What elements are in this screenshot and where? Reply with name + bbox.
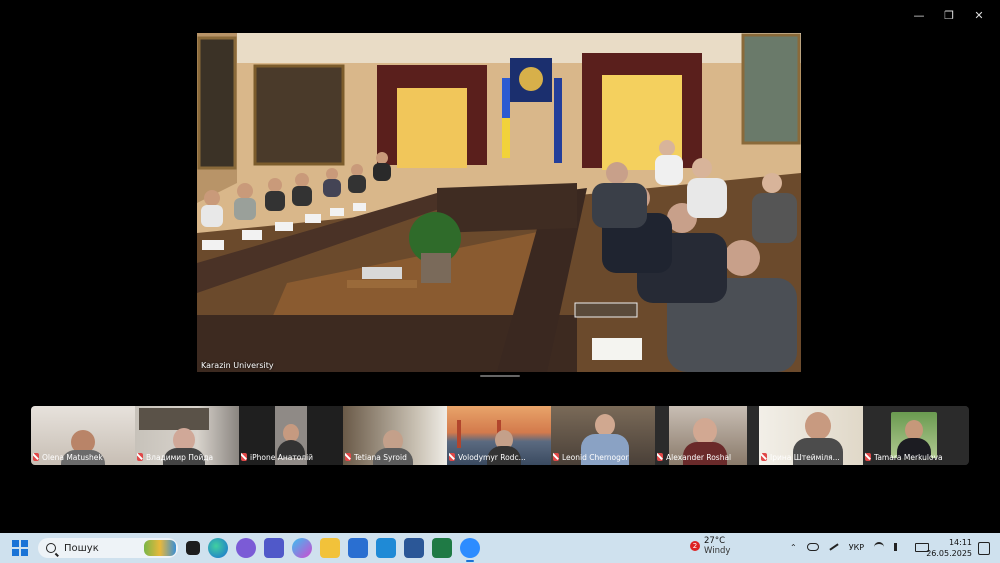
weather-widget[interactable]: 2 27°C Windy xyxy=(690,536,730,556)
task-view-icon[interactable] xyxy=(186,541,200,555)
muted-mic-icon xyxy=(865,453,871,461)
participant-tile[interactable]: Leonid Chernogor xyxy=(551,406,655,465)
conference-room-scene xyxy=(197,33,801,372)
teams-icon[interactable] xyxy=(264,538,284,558)
muted-mic-icon xyxy=(241,453,247,461)
onedrive-icon[interactable] xyxy=(806,543,819,551)
participant-name: iPhone Анатолій xyxy=(250,452,314,462)
volume-icon[interactable] xyxy=(894,543,905,551)
system-tray: ⌃ УКР xyxy=(790,542,930,552)
participant-tile[interactable]: Tamara Merkulova xyxy=(863,406,967,465)
weather-alert-badge: 2 xyxy=(690,541,700,551)
participant-name: Volodymyr Rodc... xyxy=(458,452,526,462)
participant-name: Leonid Chernogor xyxy=(562,452,629,462)
restore-button[interactable]: ❐ xyxy=(934,4,964,26)
snipping-tool-icon[interactable] xyxy=(376,538,396,558)
show-hidden-icons-chevron-icon[interactable]: ⌃ xyxy=(790,543,797,552)
windows-taskbar: Пошук 2 27°C Windy ⌃ УКР 14:11 26.05.202… xyxy=(0,533,1000,563)
muted-mic-icon xyxy=(761,453,767,461)
clock-date: 26.05.2025 xyxy=(926,549,972,558)
participant-name: Владимир Пойда xyxy=(146,452,214,462)
viber-icon[interactable] xyxy=(236,538,256,558)
participant-tile[interactable]: Alexander Roshal xyxy=(655,406,759,465)
muted-mic-icon xyxy=(449,453,455,461)
muted-mic-icon xyxy=(553,453,559,461)
search-placeholder: Пошук xyxy=(64,542,99,554)
zoom-icon[interactable] xyxy=(460,538,480,562)
search-icon xyxy=(46,543,56,553)
participant-name: Ірина Штейміля... xyxy=(770,452,840,462)
edge-icon[interactable] xyxy=(208,538,228,558)
participant-tile[interactable]: Olena Matushek xyxy=(31,406,135,465)
close-button[interactable]: ✕ xyxy=(964,4,994,26)
participant-tile[interactable]: Tetiana Syroid xyxy=(343,406,447,465)
muted-mic-icon xyxy=(345,453,351,461)
wifi-icon[interactable] xyxy=(874,542,885,552)
participant-name: Olena Matushek xyxy=(42,452,103,462)
speaker-name-label: Karazin University xyxy=(201,361,274,370)
taskbar-clock[interactable]: 14:11 26.05.2025 xyxy=(926,537,972,559)
copilot-icon[interactable] xyxy=(292,538,312,558)
weather-condition: Windy xyxy=(704,546,731,556)
minimize-button[interactable]: — xyxy=(904,4,934,26)
language-indicator[interactable]: УКР xyxy=(849,543,864,552)
participant-name: Alexander Roshal xyxy=(666,452,732,462)
muted-mic-icon xyxy=(33,453,39,461)
start-button[interactable] xyxy=(12,540,28,556)
participant-tile[interactable]: Владимир Пойда xyxy=(135,406,239,465)
notifications-icon[interactable] xyxy=(978,542,990,555)
window-controls: — ❐ ✕ xyxy=(904,4,994,26)
clock-time: 14:11 xyxy=(948,538,972,547)
participant-tile[interactable]: iPhone Анатолій xyxy=(239,406,343,465)
main-video-feed[interactable]: Karazin University xyxy=(197,33,801,372)
muted-mic-icon xyxy=(137,453,143,461)
taskbar-search-box[interactable]: Пошук xyxy=(38,538,178,558)
word-icon[interactable] xyxy=(404,538,424,558)
search-highlight-image xyxy=(144,540,176,556)
store-icon[interactable] xyxy=(348,538,368,558)
gallery-drag-handle[interactable] xyxy=(480,375,520,377)
participant-name: Tetiana Syroid xyxy=(354,452,407,462)
taskbar-apps xyxy=(186,538,480,562)
participant-gallery-strip: Olena Matushek Владимир Пойда iPhone Ана… xyxy=(31,406,969,465)
participant-tile[interactable]: Ірина Штейміля... xyxy=(759,406,863,465)
bookshelf xyxy=(139,408,209,430)
excel-icon[interactable] xyxy=(432,538,452,558)
pen-icon[interactable] xyxy=(829,543,839,551)
participant-tile[interactable]: Volodymyr Rodc... xyxy=(447,406,551,465)
weather-temperature: 27°C xyxy=(704,536,726,546)
muted-mic-icon xyxy=(657,453,663,461)
file-explorer-icon[interactable] xyxy=(320,538,340,558)
participant-name: Tamara Merkulova xyxy=(874,452,943,462)
